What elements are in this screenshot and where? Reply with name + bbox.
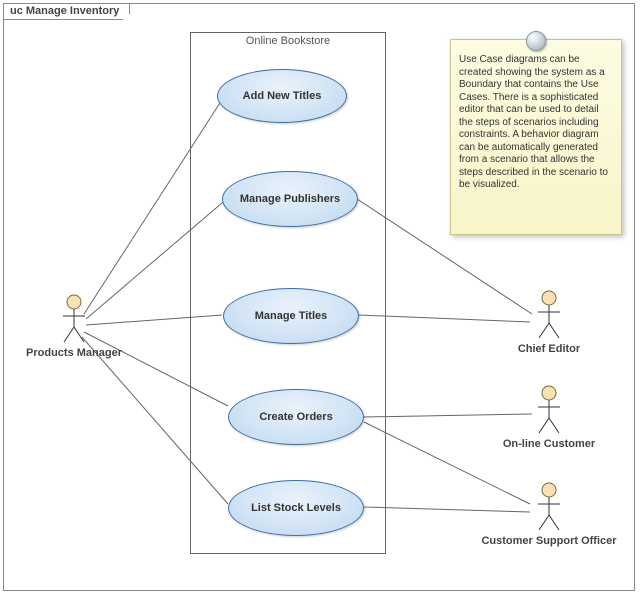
boundary-title: Online Bookstore (191, 35, 385, 47)
usecase-label: List Stock Levels (251, 502, 341, 514)
note-text: Use Case diagrams can be created showing… (459, 54, 608, 190)
diagram-frame: uc Manage Inventory Online Bookstore Add… (3, 3, 635, 591)
note: Use Case diagrams can be created showing… (450, 39, 622, 235)
actor-label: Chief Editor (518, 343, 580, 355)
usecase-label: Manage Titles (255, 310, 328, 322)
pin-icon (526, 31, 546, 51)
actor-chief-editor[interactable]: Chief Editor (529, 290, 569, 355)
actor-label: On-line Customer (503, 438, 595, 450)
usecase-label: Create Orders (259, 411, 332, 423)
assoc-oc-orders (364, 414, 532, 417)
usecase-manage-titles[interactable]: Manage Titles (223, 288, 359, 344)
actor-label: Customer Support Officer (481, 535, 616, 547)
usecase-add-new-titles[interactable]: Add New Titles (217, 69, 347, 123)
usecase-label: Manage Publishers (240, 193, 340, 205)
actor-icon (61, 294, 87, 344)
usecase-label: Add New Titles (243, 90, 322, 102)
usecase-manage-publishers[interactable]: Manage Publishers (222, 171, 358, 227)
assoc-cs-stock (364, 507, 530, 512)
usecase-list-stock-levels[interactable]: List Stock Levels (228, 480, 364, 536)
actor-icon (536, 482, 562, 532)
actor-customer-support-officer[interactable]: Customer Support Officer (529, 482, 569, 547)
assoc-cs-orders (364, 422, 530, 504)
actor-icon (536, 290, 562, 340)
actor-online-customer[interactable]: On-line Customer (529, 385, 569, 450)
actor-products-manager[interactable]: Products Manager (44, 294, 104, 359)
actor-label: Products Manager (26, 347, 122, 359)
actor-icon (536, 385, 562, 435)
frame-title-text: uc Manage Inventory (10, 5, 119, 17)
usecase-create-orders[interactable]: Create Orders (228, 389, 364, 445)
frame-title: uc Manage Inventory (4, 4, 130, 20)
